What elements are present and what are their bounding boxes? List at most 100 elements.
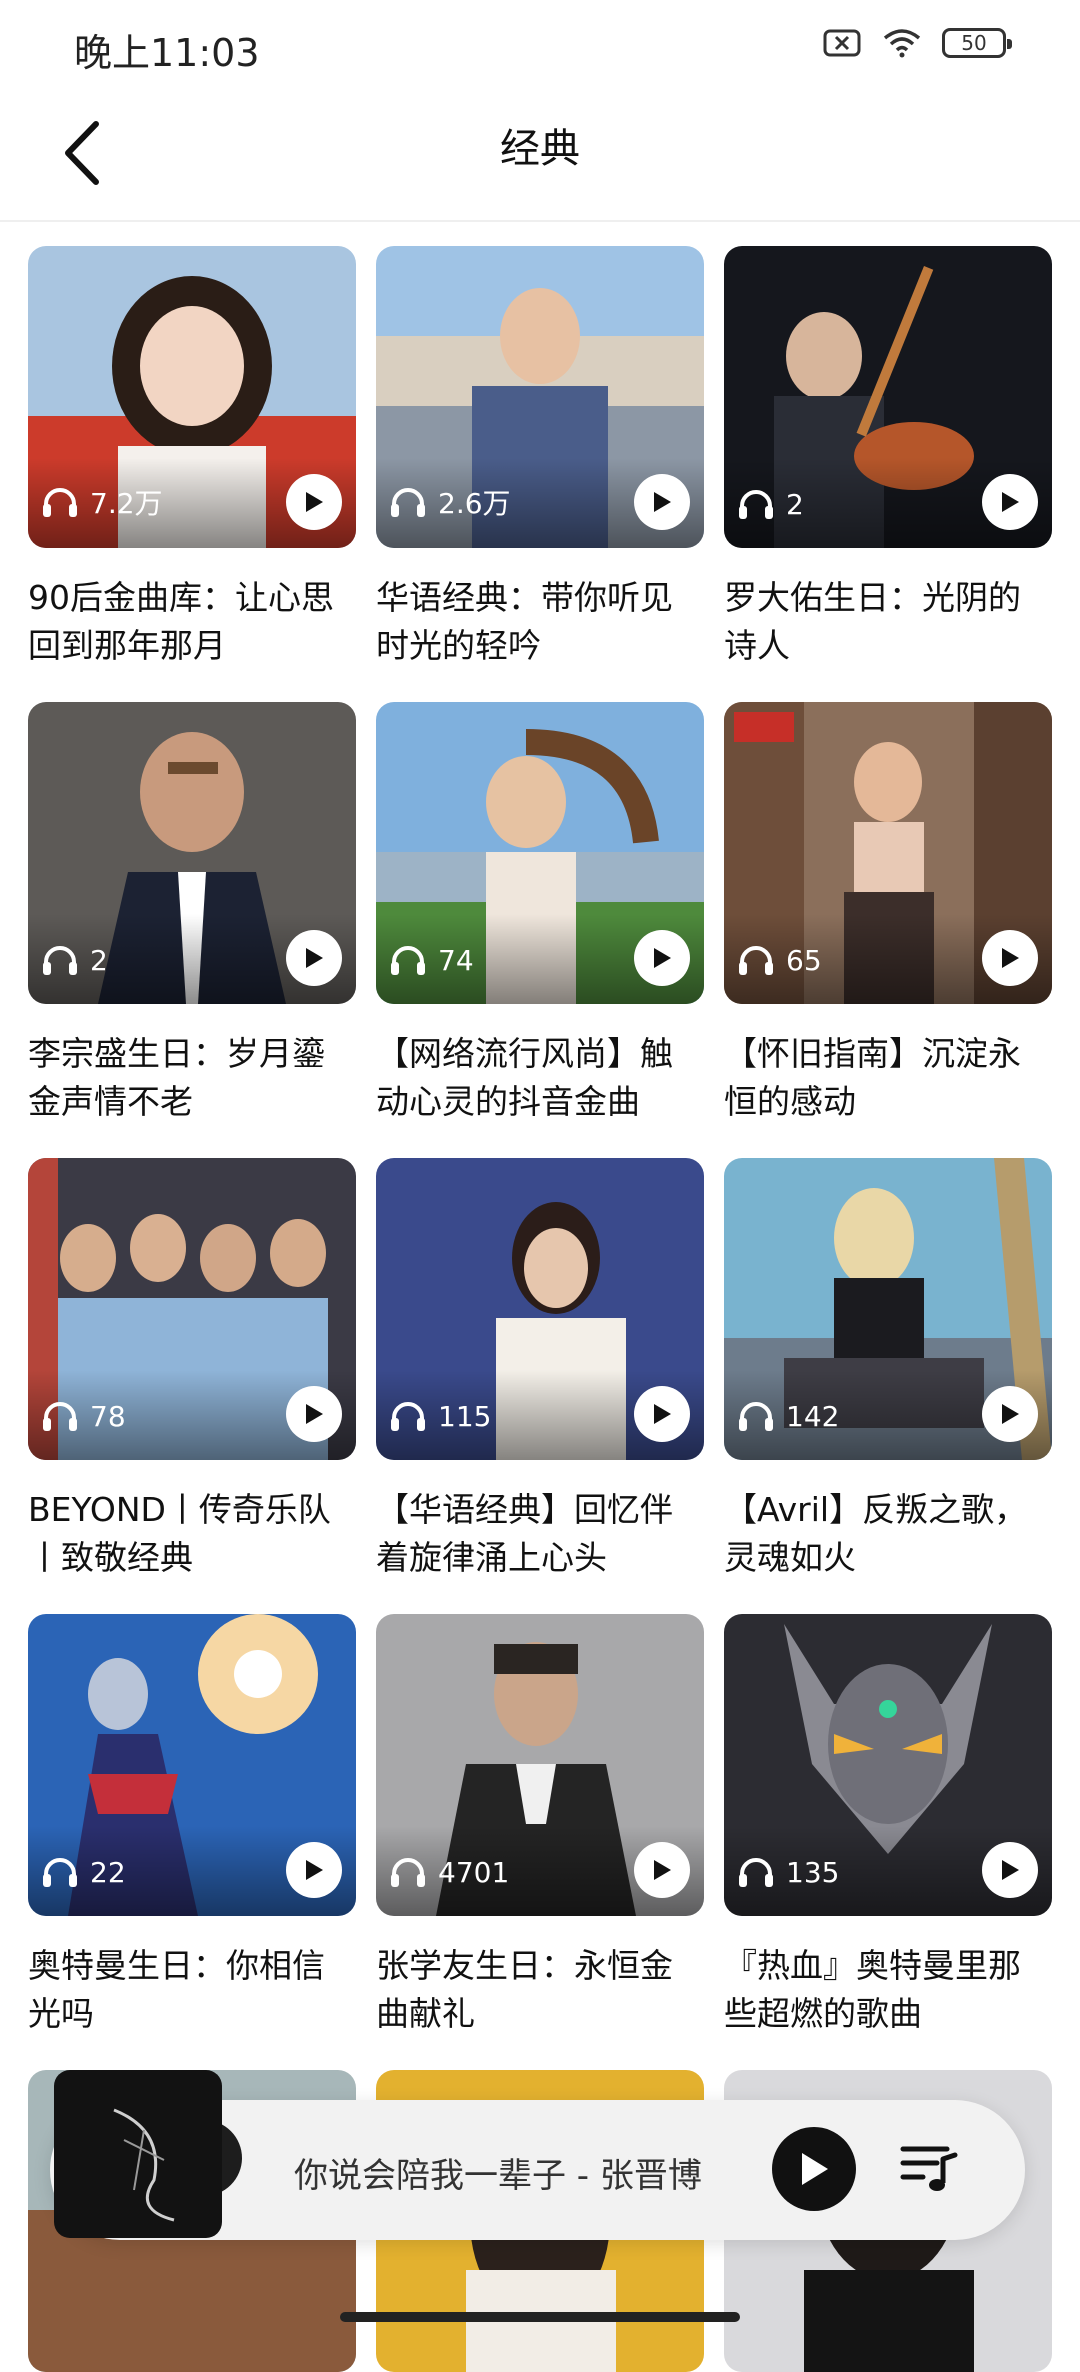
- status-time: 晚上11:03: [74, 31, 260, 75]
- play-icon: [306, 948, 323, 968]
- playlist-cover[interactable]: 65: [724, 702, 1052, 1004]
- play-count: 7.2万: [40, 482, 163, 522]
- play-count: 142: [736, 1398, 839, 1434]
- play-button[interactable]: [634, 474, 690, 530]
- playlist-card[interactable]: 2 罗大佑生日：光阴的诗人: [724, 246, 1052, 670]
- play-icon: [654, 492, 671, 512]
- wifi-icon: [883, 29, 921, 58]
- play-button[interactable]: [286, 474, 342, 530]
- play-count-text: 22: [90, 1855, 126, 1889]
- play-count-text: 7.2万: [90, 487, 163, 520]
- play-count: 135: [736, 1854, 839, 1890]
- headphones-icon: [43, 488, 77, 517]
- play-icon: [1002, 948, 1019, 968]
- playlist-title[interactable]: 奥特曼生日：你相信光吗: [28, 1942, 356, 2038]
- play-icon: [654, 1860, 671, 1880]
- headphones-icon: [739, 490, 773, 519]
- play-icon: [654, 1404, 671, 1424]
- play-icon: [802, 2153, 828, 2185]
- playlist-title[interactable]: 90后金曲库：让心思回到那年那月: [28, 574, 356, 670]
- play-icon: [1002, 1404, 1019, 1424]
- playlist-title[interactable]: 【网络流行风尚】触动心灵的抖音金曲: [376, 1030, 704, 1126]
- headphones-icon: [739, 946, 773, 975]
- play-count-text: 78: [90, 1399, 126, 1433]
- headphones-icon: [739, 1858, 773, 1887]
- play-count: 2: [40, 942, 108, 978]
- play-count: 2: [736, 486, 804, 522]
- play-count: 4701: [388, 1854, 509, 1890]
- play-button[interactable]: [634, 1842, 690, 1898]
- play-button[interactable]: [286, 1842, 342, 1898]
- playlist-queue-button[interactable]: [892, 2130, 966, 2204]
- playlist-card[interactable]: 22 奥特曼生日：你相信光吗: [28, 1614, 356, 2038]
- play-count-text: 2: [90, 943, 108, 977]
- playlist-card[interactable]: 78 BEYOND丨传奇乐队丨致敬经典: [28, 1158, 356, 1582]
- play-count-text: 74: [438, 943, 474, 977]
- playlist-title[interactable]: 李宗盛生日：岁月鎏金声情不老: [28, 1030, 356, 1126]
- playlist-title[interactable]: BEYOND丨传奇乐队丨致敬经典: [28, 1486, 356, 1582]
- battery-indicator: 50: [942, 28, 1012, 58]
- play-button[interactable]: [286, 1386, 342, 1442]
- status-bar: 晚上11:03 50: [0, 0, 1080, 90]
- playlist-card[interactable]: 4701 张学友生日：永恒金曲献礼: [376, 1614, 704, 2038]
- queue-music-icon: [900, 2146, 958, 2191]
- play-icon: [306, 492, 323, 512]
- playlist-card[interactable]: 115 【华语经典】回忆伴着旋律涌上心头: [376, 1158, 704, 1582]
- play-button[interactable]: [286, 930, 342, 986]
- playlist-card[interactable]: 142 【Avril】反叛之歌，灵魂如火: [724, 1158, 1052, 1582]
- playlist-title[interactable]: 华语经典：带你听见时光的轻吟: [376, 574, 704, 670]
- playlist-cover[interactable]: 135: [724, 1614, 1052, 1916]
- playlist-title[interactable]: 【华语经典】回忆伴着旋律涌上心头: [376, 1486, 704, 1582]
- playlist-cover[interactable]: 74: [376, 702, 704, 1004]
- playlist-title[interactable]: 【Avril】反叛之歌，灵魂如火: [724, 1486, 1052, 1582]
- playlist-cover[interactable]: 7.2万: [28, 246, 356, 548]
- player-album-art[interactable]: [54, 2070, 222, 2238]
- playlist-cover[interactable]: 142: [724, 1158, 1052, 1460]
- player-play-button[interactable]: [772, 2127, 856, 2211]
- app-bar: 经典: [0, 90, 1080, 222]
- playlist-card[interactable]: 7.2万 90后金曲库：让心思回到那年那月: [28, 246, 356, 670]
- playlist-cover[interactable]: 22: [28, 1614, 356, 1916]
- playlist-title[interactable]: 罗大佑生日：光阴的诗人: [724, 574, 1052, 670]
- now-playing-title[interactable]: 你说会陪我一辈子 - 张晋博: [294, 2148, 734, 2197]
- play-count: 22: [40, 1854, 126, 1890]
- play-icon: [1002, 1860, 1019, 1880]
- playlist-cover[interactable]: 115: [376, 1158, 704, 1460]
- headphones-icon: [391, 488, 425, 517]
- play-count-text: 2: [786, 487, 804, 521]
- home-indicator[interactable]: [340, 2312, 740, 2322]
- status-icons: 50: [822, 28, 1012, 58]
- playlist-cover[interactable]: 2.6万: [376, 246, 704, 548]
- play-button[interactable]: [982, 1842, 1038, 1898]
- play-button[interactable]: [982, 474, 1038, 530]
- playlist-card[interactable]: 135 『热血』奥特曼里那些超燃的歌曲: [724, 1614, 1052, 2038]
- play-button[interactable]: [634, 1386, 690, 1442]
- play-button[interactable]: [982, 1386, 1038, 1442]
- play-count-text: 115: [438, 1399, 492, 1433]
- playlist-title[interactable]: 『热血』奥特曼里那些超燃的歌曲: [724, 1942, 1052, 2038]
- playlist-card[interactable]: 74 【网络流行风尚】触动心灵的抖音金曲: [376, 702, 704, 1126]
- play-count-text: 142: [786, 1399, 840, 1433]
- headphones-icon: [739, 1402, 773, 1431]
- play-button[interactable]: [634, 930, 690, 986]
- play-button[interactable]: [982, 930, 1038, 986]
- playlist-card[interactable]: 2 李宗盛生日：岁月鎏金声情不老: [28, 702, 356, 1126]
- playlist-cover[interactable]: 2: [28, 702, 356, 1004]
- play-count-text: 4701: [438, 1855, 510, 1889]
- play-count: 2.6万: [388, 482, 511, 522]
- page-title: 经典: [500, 126, 580, 172]
- play-icon: [654, 948, 671, 968]
- play-count-text: 135: [786, 1855, 840, 1889]
- playlist-card[interactable]: 2.6万 华语经典：带你听见时光的轻吟: [376, 246, 704, 670]
- headphones-icon: [391, 1402, 425, 1431]
- play-count: 115: [388, 1398, 491, 1434]
- playlist-cover[interactable]: 78: [28, 1158, 356, 1460]
- play-icon: [306, 1404, 323, 1424]
- sim-off-icon: [823, 29, 861, 57]
- playlist-card[interactable]: 65 【怀旧指南】沉淀永恒的感动: [724, 702, 1052, 1126]
- playlist-title[interactable]: 张学友生日：永恒金曲献礼: [376, 1942, 704, 2038]
- playlist-title[interactable]: 【怀旧指南】沉淀永恒的感动: [724, 1030, 1052, 1126]
- headphones-icon: [43, 1402, 77, 1431]
- playlist-cover[interactable]: 4701: [376, 1614, 704, 1916]
- playlist-cover[interactable]: 2: [724, 246, 1052, 548]
